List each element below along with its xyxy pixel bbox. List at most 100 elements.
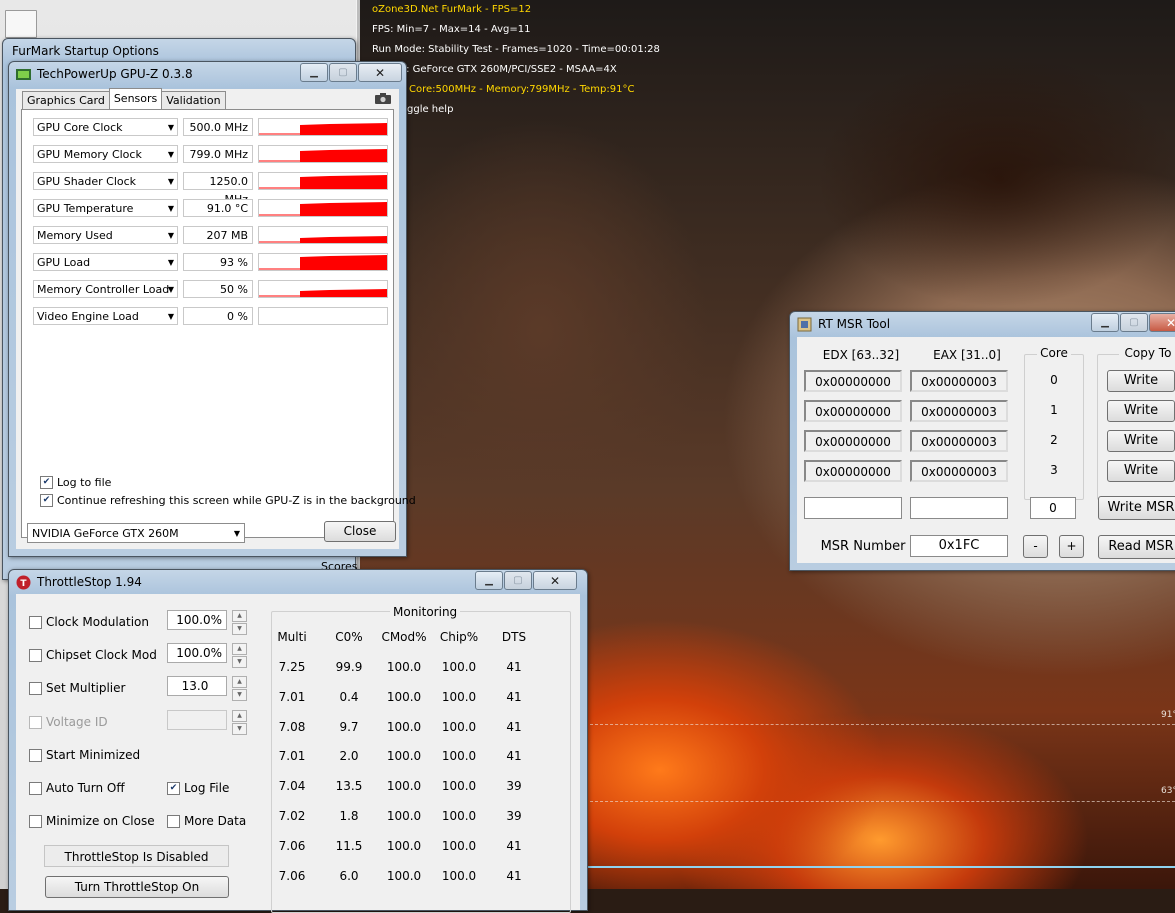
- table-cell: 7.02: [278, 809, 306, 823]
- minimize-button[interactable]: ▁: [1091, 313, 1119, 332]
- edx-value[interactable]: 0x00000000: [804, 460, 902, 482]
- osd-renderer: er: GeForce GTX 260M/PCI/SSE2 - MSAA=4X: [396, 64, 617, 75]
- gpu-select[interactable]: NVIDIA GeForce GTX 260M ▼: [27, 523, 245, 543]
- spin-up-icon[interactable]: ▲: [232, 610, 247, 622]
- chevron-down-icon: ▼: [167, 204, 174, 213]
- tab-validation[interactable]: Validation: [161, 91, 226, 109]
- voltage-id-spinner[interactable]: ▲ ▼: [232, 710, 247, 735]
- tab-graphics-card[interactable]: Graphics Card: [22, 91, 110, 109]
- log-file-checkbox[interactable]: ✔ Log File: [167, 781, 229, 795]
- rt-msr-tool-window: RT MSR Tool ▁ ▢ ✕ EDX [63..32] EAX [31..…: [789, 311, 1175, 571]
- clock-modulation-field[interactable]: 100.0%: [167, 610, 227, 630]
- osd-clocks-temp: Core:500MHz - Memory:799MHz - Temp:91°C: [409, 84, 635, 95]
- chipset-clock-mod-field[interactable]: 100.0%: [167, 643, 227, 663]
- table-cell: 100.0: [441, 868, 477, 883]
- continue-refresh-checkbox[interactable]: ✔ Continue refreshing this screen while …: [40, 494, 416, 507]
- spin-up-icon[interactable]: ▲: [232, 676, 247, 688]
- sensor-name: GPU Memory Clock: [37, 148, 142, 161]
- voltage-id-checkbox[interactable]: Voltage ID: [29, 715, 108, 729]
- table-cell: 41: [506, 660, 522, 674]
- sensor-name-select[interactable]: GPU Shader Clock ▼: [33, 172, 178, 190]
- close-button[interactable]: Close: [324, 521, 396, 542]
- close-button[interactable]: ✕: [533, 571, 577, 590]
- spin-down-icon[interactable]: ▼: [232, 689, 247, 701]
- table-cell: 100.0: [441, 838, 477, 853]
- checkbox-icon: [167, 814, 180, 828]
- sensor-name-select[interactable]: Video Engine Load ▼: [33, 307, 178, 325]
- spin-down-icon[interactable]: ▼: [232, 656, 247, 668]
- sensor-name-select[interactable]: Memory Controller Load ▼: [33, 280, 178, 298]
- sensor-name-select[interactable]: Memory Used ▼: [33, 226, 178, 244]
- chipset-clock-mod-spinner[interactable]: ▲ ▼: [232, 643, 247, 668]
- write-msr-button[interactable]: Write MSR: [1098, 496, 1175, 520]
- sensor-name-select[interactable]: GPU Temperature ▼: [33, 199, 178, 217]
- write-button[interactable]: Write: [1107, 430, 1175, 452]
- spin-down-icon[interactable]: ▼: [232, 723, 247, 735]
- table-cell: 7.08: [278, 719, 306, 734]
- eax-value[interactable]: 0x00000003: [910, 430, 1008, 452]
- voltage-id-field[interactable]: [167, 710, 227, 730]
- write-button[interactable]: Write: [1107, 460, 1175, 482]
- decrement-button[interactable]: -: [1023, 535, 1048, 558]
- document-icon[interactable]: [5, 10, 37, 38]
- edx-value[interactable]: 0x00000000: [804, 400, 902, 422]
- maximize-button[interactable]: ▢: [329, 63, 357, 82]
- sensor-row: Memory Controller Load ▼ 50 %: [33, 280, 394, 300]
- write-button[interactable]: Write: [1107, 370, 1175, 392]
- chipset-clock-mod-checkbox[interactable]: Chipset Clock Mod: [29, 648, 157, 662]
- set-multiplier-spinner[interactable]: ▲ ▼: [232, 676, 247, 701]
- close-button[interactable]: ✕: [358, 63, 402, 82]
- column-header: Multi: [277, 630, 307, 644]
- start-minimized-checkbox[interactable]: Start Minimized: [29, 748, 140, 762]
- msr-number-input[interactable]: 0x1FC: [910, 535, 1008, 557]
- maximize-button[interactable]: ▢: [504, 571, 532, 590]
- spin-up-icon[interactable]: ▲: [232, 643, 247, 655]
- table-cell: 7.01: [278, 689, 306, 704]
- titlebar[interactable]: RT MSR Tool ▁ ▢ ✕: [790, 312, 1175, 336]
- sensor-name-select[interactable]: GPU Core Clock ▼: [33, 118, 178, 136]
- sensor-row: Memory Used ▼ 207 MB: [33, 226, 394, 246]
- table-cell: 100.0: [441, 719, 477, 734]
- titlebar[interactable]: T ThrottleStop 1.94 ▁ ▢ ✕: [9, 570, 587, 594]
- read-msr-button[interactable]: Read MSR: [1098, 535, 1175, 559]
- more-data-checkbox[interactable]: More Data: [167, 814, 246, 828]
- window-title: FurMark Startup Options: [12, 44, 159, 58]
- checkbox-icon: ✔: [167, 781, 180, 795]
- spin-up-icon[interactable]: ▲: [232, 710, 247, 722]
- edx-value[interactable]: 0x00000000: [804, 370, 902, 392]
- checkbox-icon: [29, 781, 42, 795]
- chipset-clock-mod-label: Chipset Clock Mod: [46, 648, 157, 662]
- sensor-name-select[interactable]: GPU Memory Clock ▼: [33, 145, 178, 163]
- log-to-file-checkbox[interactable]: ✔ Log to file: [40, 476, 111, 489]
- auto-turn-off-checkbox[interactable]: Auto Turn Off: [29, 781, 125, 795]
- edx-value[interactable]: 0x00000000: [804, 430, 902, 452]
- edx-input[interactable]: [804, 497, 902, 519]
- core-column-header: Core: [1037, 346, 1071, 360]
- maximize-button[interactable]: ▢: [1120, 313, 1148, 332]
- close-button[interactable]: ✕: [1149, 313, 1175, 332]
- eax-input[interactable]: [910, 497, 1008, 519]
- increment-button[interactable]: +: [1059, 535, 1084, 558]
- eax-value[interactable]: 0x00000003: [910, 370, 1008, 392]
- titlebar[interactable]: TechPowerUp GPU-Z 0.3.8 ▁ ▢ ✕: [9, 62, 406, 86]
- sensor-name-select[interactable]: GPU Load ▼: [33, 253, 178, 271]
- write-button[interactable]: Write: [1107, 400, 1175, 422]
- spin-down-icon[interactable]: ▼: [232, 623, 247, 635]
- clock-modulation-checkbox[interactable]: Clock Modulation: [29, 615, 149, 629]
- core-input[interactable]: 0: [1030, 497, 1076, 519]
- sensor-name: Memory Used: [37, 229, 113, 242]
- checkbox-icon: [29, 715, 42, 729]
- camera-icon[interactable]: [375, 93, 391, 104]
- eax-value[interactable]: 0x00000003: [910, 460, 1008, 482]
- sensor-value: 799.0 MHz: [183, 145, 253, 163]
- minimize-button[interactable]: ▁: [475, 571, 503, 590]
- turn-on-button[interactable]: Turn ThrottleStop On: [45, 876, 229, 898]
- set-multiplier-checkbox[interactable]: Set Multiplier: [29, 681, 125, 695]
- clock-modulation-spinner[interactable]: ▲ ▼: [232, 610, 247, 635]
- set-multiplier-field[interactable]: 13.0: [167, 676, 227, 696]
- minimize-button[interactable]: ▁: [300, 63, 328, 82]
- eax-value[interactable]: 0x00000003: [910, 400, 1008, 422]
- minimize-on-close-checkbox[interactable]: Minimize on Close: [29, 814, 155, 828]
- tab-sensors[interactable]: Sensors: [108, 88, 163, 109]
- set-multiplier-label: Set Multiplier: [46, 681, 126, 695]
